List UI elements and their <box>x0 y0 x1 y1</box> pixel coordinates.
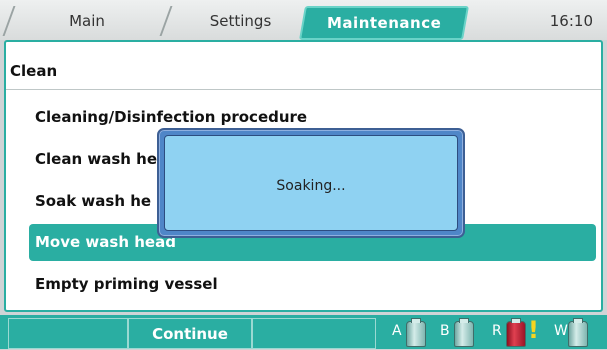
tab-settings[interactable]: Settings <box>168 6 313 36</box>
bottle-w-icon <box>568 318 588 347</box>
dialog-body: Soaking... <box>164 135 458 231</box>
softkey-right[interactable] <box>252 318 376 349</box>
dialog-message: Soaking... <box>276 178 346 194</box>
warning-icon: ! <box>528 316 539 344</box>
tab-maintenance-label: Maintenance <box>326 14 442 32</box>
panel-title: Clean <box>10 62 58 80</box>
tab-bar: Main Settings Maintenance 16:10 <box>0 0 607 40</box>
menu-item-empty-priming-vessel[interactable]: Empty priming vessel <box>29 266 596 303</box>
bottle-r-label: R <box>492 323 502 339</box>
soaking-dialog: Soaking... <box>157 128 465 238</box>
panel-divider <box>6 89 601 90</box>
softkey-left[interactable] <box>8 318 128 349</box>
bottle-a-label: A <box>392 323 402 339</box>
tab-main[interactable]: Main <box>12 6 162 36</box>
bottle-r-icon <box>506 318 526 347</box>
bottle-b-icon <box>454 318 474 347</box>
bottle-w-label: W <box>554 323 568 339</box>
bottom-bar: Continue A B R ! W <box>0 315 607 349</box>
clock: 16:10 <box>549 12 593 30</box>
tab-maintenance[interactable]: Maintenance <box>299 6 469 40</box>
continue-button[interactable]: Continue <box>128 318 252 349</box>
bottle-a-icon <box>406 318 426 347</box>
bottle-b-label: B <box>440 323 450 339</box>
